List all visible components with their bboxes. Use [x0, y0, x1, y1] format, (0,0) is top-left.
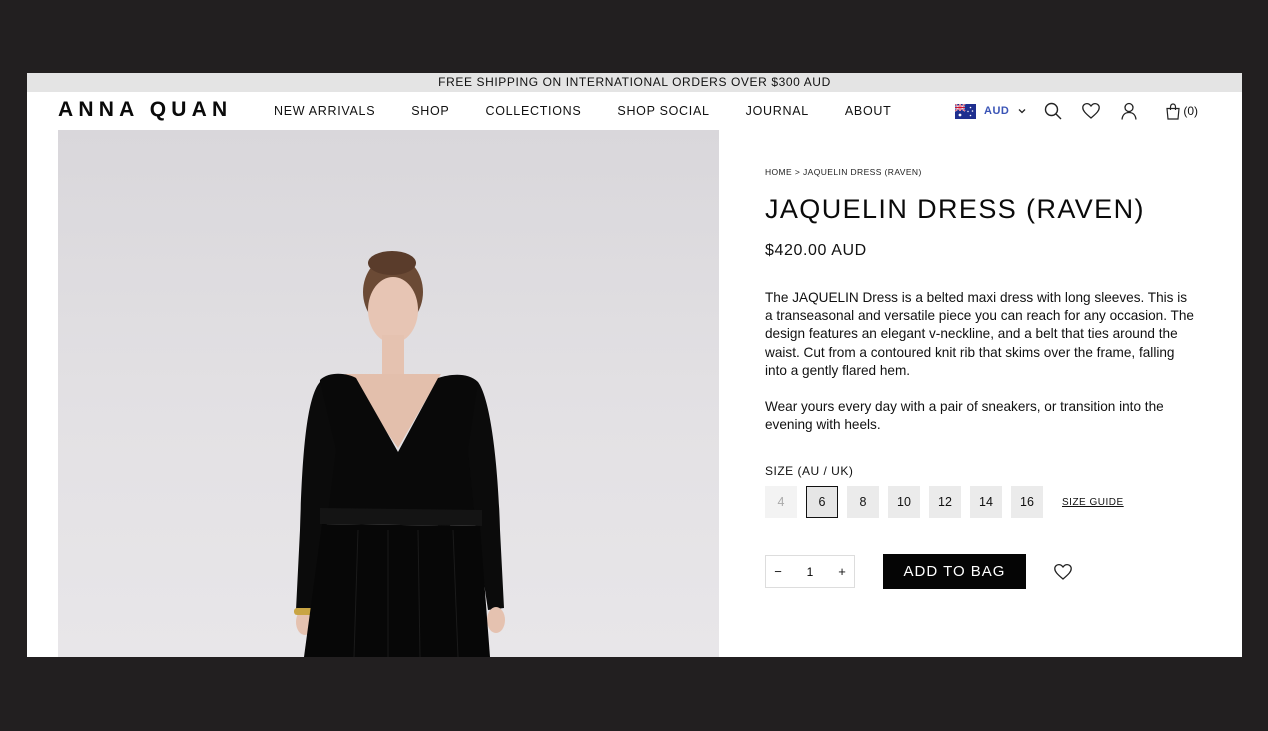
heart-icon[interactable]	[1053, 562, 1073, 582]
product-description: The JAQUELIN Dress is a belted maxi dres…	[765, 289, 1195, 434]
browser-viewport: FREE SHIPPING ON INTERNATIONAL ORDERS OV…	[27, 73, 1242, 657]
nav-about[interactable]: ABOUT	[845, 104, 892, 118]
nav-journal[interactable]: JOURNAL	[746, 104, 809, 118]
bag-icon	[1166, 102, 1181, 120]
nav-new-arrivals[interactable]: NEW ARRIVALS	[274, 104, 375, 118]
user-icon[interactable]	[1119, 101, 1139, 121]
site-header: ANNA QUAN NEW ARRIVALS SHOP COLLECTIONS …	[27, 92, 1242, 130]
size-guide-link[interactable]: SIZE GUIDE	[1062, 497, 1124, 508]
product-title: JAQUELIN DRESS (RAVEN)	[765, 194, 1145, 224]
australia-flag-icon[interactable]	[955, 103, 976, 119]
size-option-14[interactable]: 14	[970, 486, 1002, 519]
nav-collections[interactable]: COLLECTIONS	[485, 104, 581, 118]
main-menu: NEW ARRIVALS SHOP COLLECTIONS SHOP SOCIA…	[274, 104, 927, 118]
bag-count: (0)	[1183, 104, 1199, 118]
decrease-quantity-button[interactable]: −	[766, 564, 790, 579]
heart-icon[interactable]	[1081, 101, 1101, 121]
size-option-6[interactable]: 6	[806, 486, 838, 519]
quantity-stepper: − +	[765, 555, 855, 589]
product-image[interactable]	[58, 130, 719, 657]
currency-selector[interactable]: AUD	[984, 105, 1009, 117]
brand-logo[interactable]: ANNA QUAN	[58, 98, 232, 122]
size-label: SIZE (AU / UK)	[765, 464, 854, 479]
size-option-12[interactable]: 12	[929, 486, 961, 519]
size-selector: 4 6 8 10 12 14 16 SIZE GUIDE	[765, 486, 1195, 519]
announcement-bar: FREE SHIPPING ON INTERNATIONAL ORDERS OV…	[27, 73, 1242, 92]
size-option-4: 4	[765, 486, 797, 519]
quantity-input[interactable]	[793, 563, 827, 580]
nav-shop-social[interactable]: SHOP SOCIAL	[617, 104, 709, 118]
search-icon[interactable]	[1043, 101, 1063, 121]
size-option-10[interactable]: 10	[888, 486, 920, 519]
size-option-8[interactable]: 8	[847, 486, 879, 519]
purchase-row: − + ADD TO BAG	[765, 554, 1195, 590]
chevron-down-icon[interactable]	[1017, 106, 1027, 116]
breadcrumb[interactable]: HOME > JAQUELIN DRESS (RAVEN)	[765, 167, 1195, 177]
add-to-bag-button[interactable]: ADD TO BAG	[883, 554, 1026, 590]
nav-shop[interactable]: SHOP	[411, 104, 449, 118]
bag-button[interactable]: (0)	[1165, 102, 1199, 120]
increase-quantity-button[interactable]: +	[830, 564, 854, 579]
product-price: $420.00 AUD	[765, 242, 867, 259]
model-wearing-dress-image	[294, 251, 505, 657]
description-paragraph: The JAQUELIN Dress is a belted maxi dres…	[765, 290, 1194, 378]
size-option-16[interactable]: 16	[1011, 486, 1043, 519]
header-utilities: AUD (0)	[955, 101, 1198, 121]
product-info: HOME > JAQUELIN DRESS (RAVEN) JAQUELIN D…	[765, 167, 1195, 590]
description-paragraph: Wear yours every day with a pair of snea…	[765, 399, 1164, 433]
